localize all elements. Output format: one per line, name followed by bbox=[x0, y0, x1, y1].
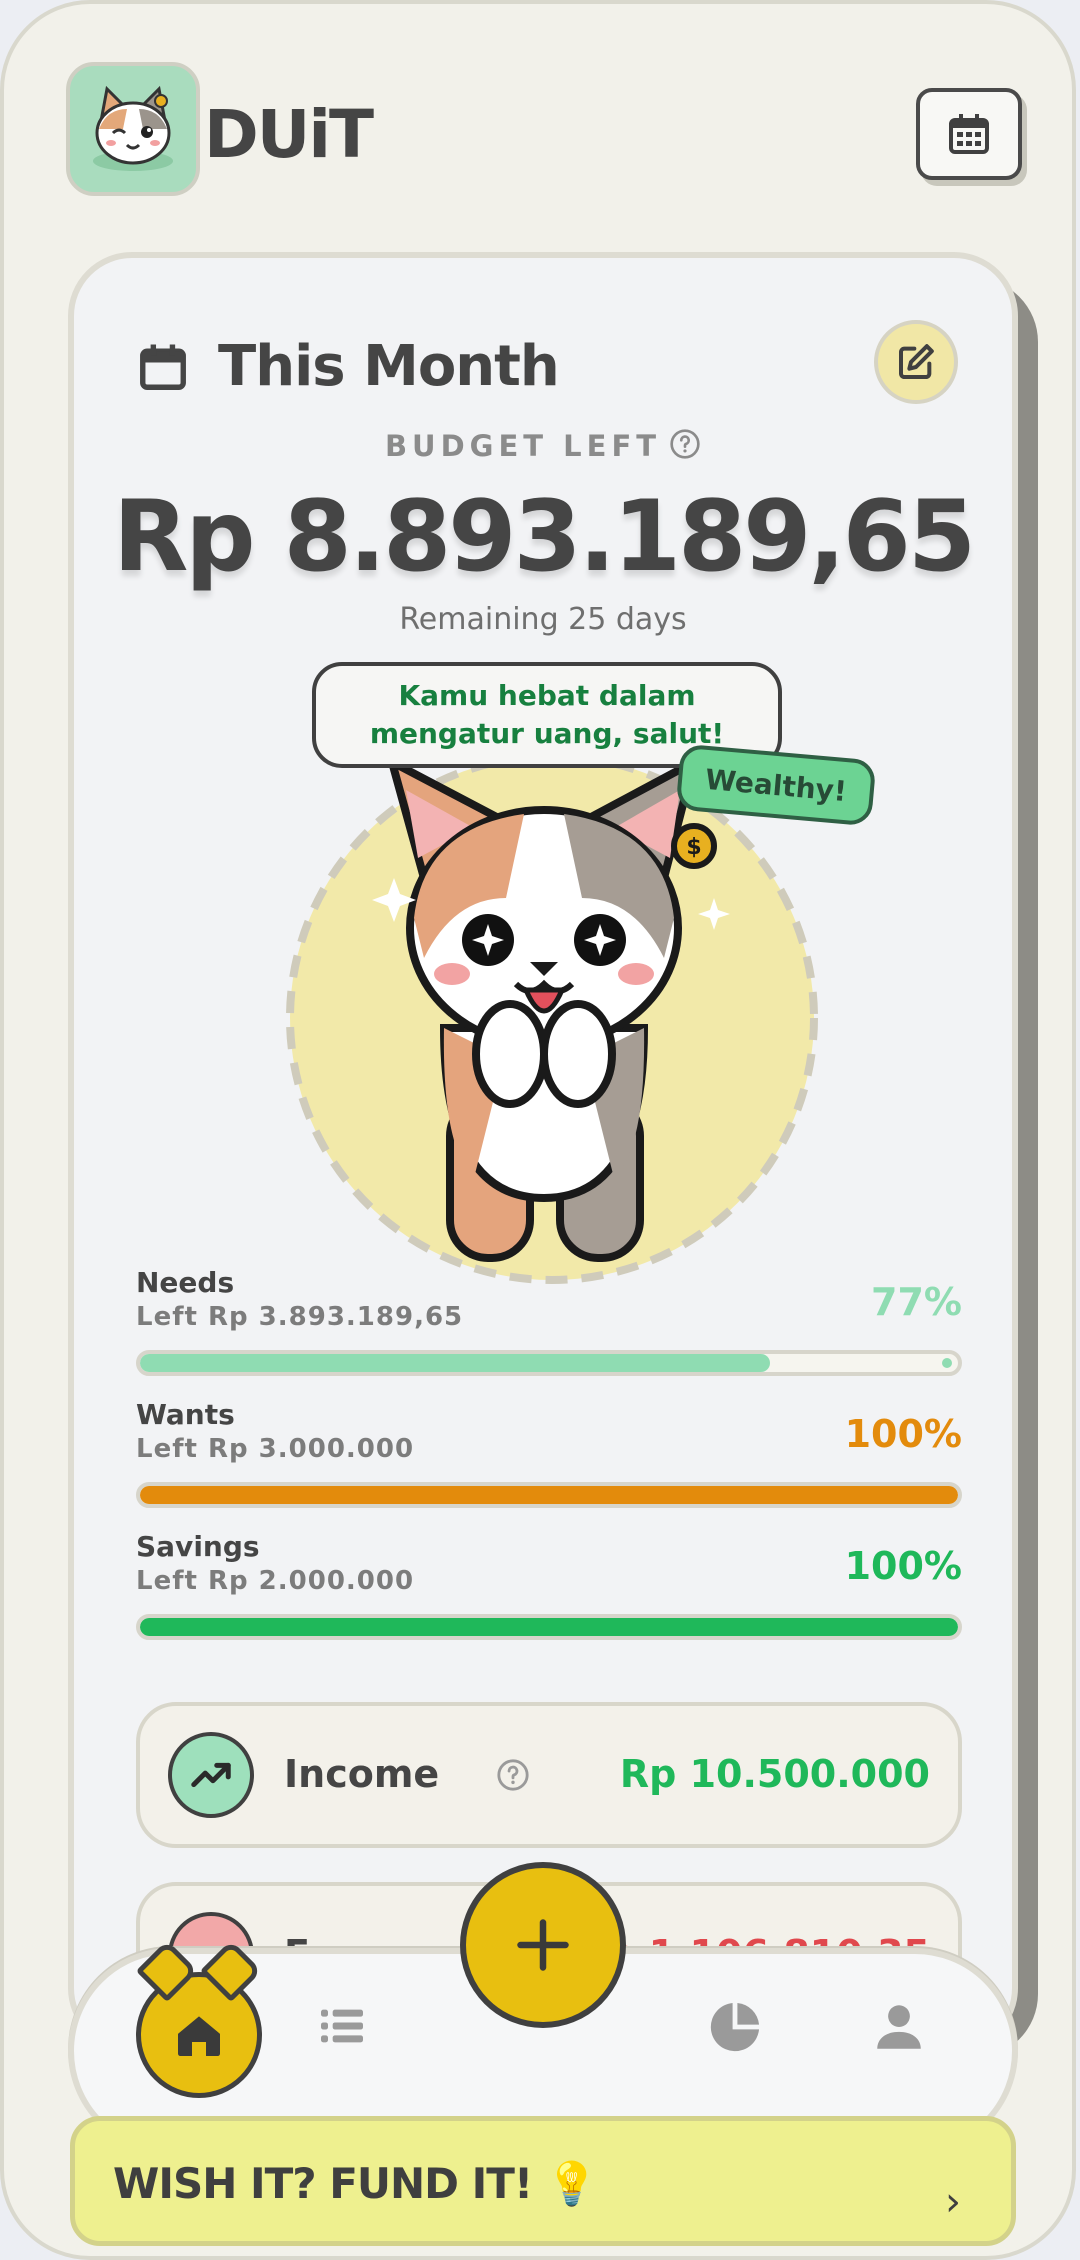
calendar-button[interactable] bbox=[916, 88, 1022, 180]
category-needs[interactable]: Needs Left Rp 3.893.189,65 77% bbox=[136, 1266, 962, 1392]
income-value: Rp 10.500.000 bbox=[619, 1752, 930, 1796]
category-progress-fill bbox=[140, 1618, 958, 1636]
trending-up-icon bbox=[168, 1732, 254, 1818]
home-icon bbox=[178, 2016, 220, 2056]
help-icon[interactable] bbox=[669, 428, 701, 460]
edit-icon bbox=[899, 344, 934, 379]
cat-logo-icon bbox=[93, 85, 173, 171]
category-percent: 100% bbox=[844, 1412, 962, 1456]
pie-chart-icon[interactable] bbox=[706, 1998, 764, 2056]
app-logo bbox=[66, 62, 200, 196]
income-card[interactable]: Income Rp 10.500.000 bbox=[136, 1702, 962, 1848]
category-left: Left Rp 2.000.000 bbox=[136, 1566, 415, 1596]
chevron-right-icon: › bbox=[945, 2179, 961, 2225]
category-progress-fill bbox=[140, 1354, 770, 1372]
nav-home[interactable] bbox=[135, 1939, 263, 2098]
help-icon[interactable] bbox=[496, 1758, 530, 1792]
category-progress-bar bbox=[136, 1350, 962, 1376]
income-label: Income bbox=[284, 1752, 440, 1796]
plus-icon bbox=[517, 1919, 569, 1971]
budget-left-text: BUDGET LEFT bbox=[384, 429, 662, 463]
category-name: Wants bbox=[136, 1398, 235, 1431]
budget-left-label: BUDGET LEFT bbox=[74, 428, 1012, 463]
remaining-days: Remaining 25 days bbox=[399, 602, 687, 637]
category-left: Left Rp 3.000.000 bbox=[136, 1434, 415, 1464]
category-wants[interactable]: Wants Left Rp 3.000.000 100% bbox=[136, 1398, 962, 1524]
category-progress-bar bbox=[136, 1482, 962, 1508]
category-left: Left Rp 3.893.189,65 bbox=[136, 1302, 464, 1332]
category-percent: 77% bbox=[871, 1280, 962, 1324]
edit-budget-button[interactable] bbox=[874, 320, 958, 404]
wish-fund-banner[interactable]: WISH IT? FUND IT! 💡 › bbox=[70, 2116, 1016, 2246]
budget-amount: Rp 8.893.189,65 bbox=[112, 480, 976, 594]
speech-line-2: mengatur uang, salut! bbox=[369, 717, 725, 750]
category-name: Savings bbox=[136, 1530, 260, 1563]
speech-line-1: Kamu hebat dalam bbox=[398, 679, 696, 712]
month-header: This Month bbox=[136, 334, 560, 399]
category-progress-dot bbox=[942, 1358, 952, 1368]
category-savings[interactable]: Savings Left Rp 2.000.000 100% bbox=[136, 1530, 962, 1656]
category-name: Needs bbox=[136, 1266, 235, 1299]
list-icon[interactable] bbox=[314, 1998, 370, 2054]
calendar-icon bbox=[140, 344, 186, 390]
svg-text:$: $ bbox=[686, 835, 701, 860]
month-title: This Month bbox=[218, 334, 560, 399]
app-screen: DUiT This Month BUDGET LEFT Rp 8.893.189… bbox=[0, 0, 1076, 2260]
calendar-icon bbox=[949, 114, 989, 154]
category-progress-fill bbox=[140, 1486, 958, 1504]
add-transaction-button[interactable] bbox=[460, 1862, 626, 2028]
category-progress-bar bbox=[136, 1614, 962, 1640]
category-percent: 100% bbox=[844, 1544, 962, 1588]
person-icon[interactable] bbox=[870, 1998, 928, 2056]
wish-banner-text: WISH IT? FUND IT! 💡 bbox=[113, 2159, 598, 2208]
budget-card: This Month BUDGET LEFT Rp 8.893.189,65 R… bbox=[68, 252, 1018, 2052]
ear-decoration bbox=[199, 1939, 263, 2003]
app-title: DUiT bbox=[204, 96, 374, 173]
